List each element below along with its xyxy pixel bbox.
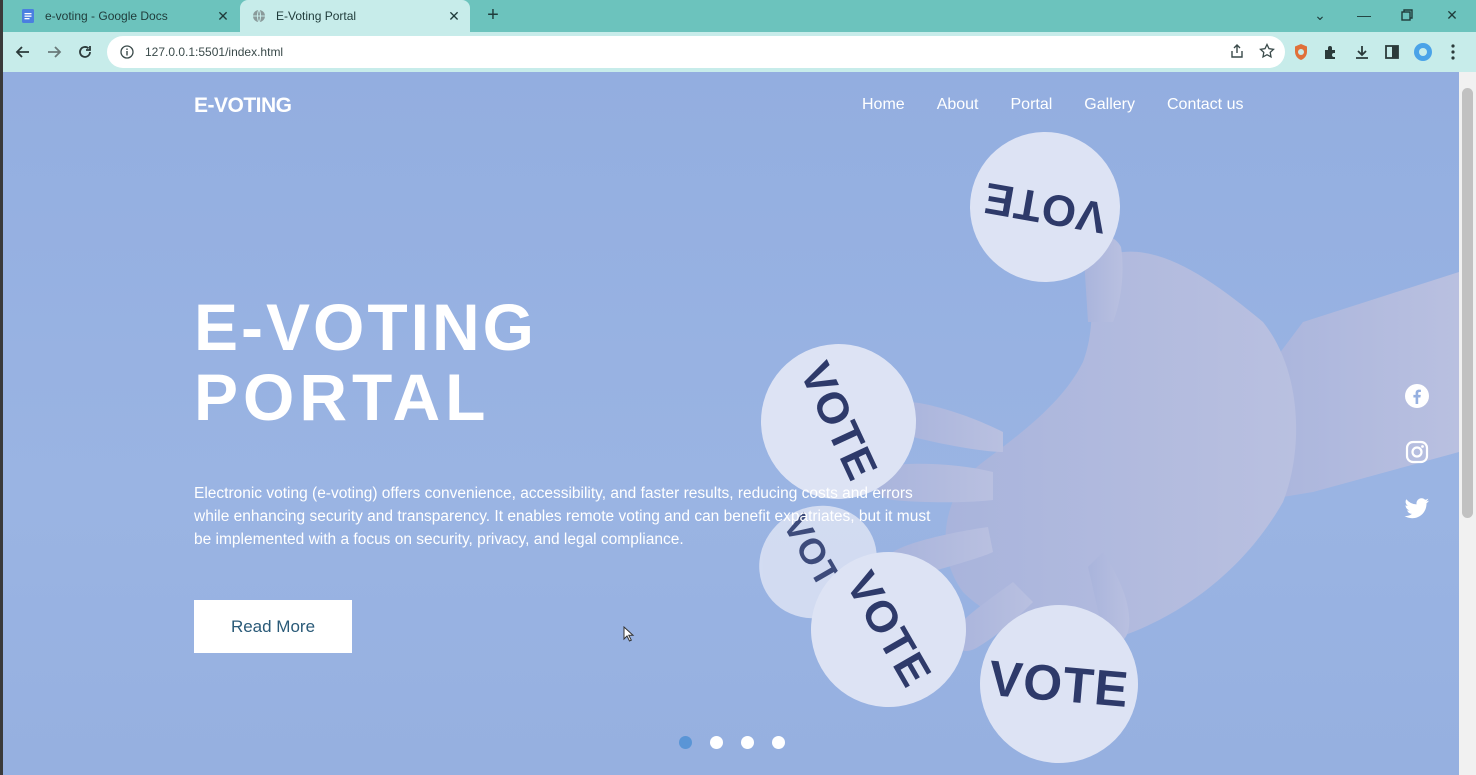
nav-portal[interactable]: Portal [1011,96,1053,114]
hero-title-line1: E-VOTING [194,290,538,364]
hero-section: VOTE VOTE VOTE VOTE VOTE E-VOTING Home A… [3,72,1459,775]
side-panel-icon[interactable] [1382,42,1402,62]
slider-dot-3[interactable] [741,736,754,749]
extension-shield-icon[interactable] [1291,42,1311,62]
instagram-icon[interactable] [1403,438,1431,466]
site-info-icon[interactable] [119,44,135,60]
slider-dots [679,736,785,749]
close-window-icon[interactable]: ✕ [1432,0,1472,30]
twitter-icon[interactable] [1403,495,1431,523]
close-icon[interactable]: ✕ [444,8,464,25]
restore-icon[interactable] [1387,0,1427,30]
docs-icon [21,9,35,23]
reload-icon[interactable] [73,40,97,64]
bookmark-star-icon[interactable] [1259,42,1275,64]
close-icon[interactable]: ✕ [213,8,233,25]
back-icon[interactable] [11,40,35,64]
mouse-cursor-icon [623,626,635,642]
site-logo[interactable]: E-VOTING [194,94,292,118]
tab-google-docs[interactable]: e-voting - Google Docs ✕ [9,0,239,32]
nav-gallery[interactable]: Gallery [1084,96,1135,114]
share-icon[interactable] [1229,43,1245,64]
slider-dot-1[interactable] [679,736,692,749]
tab-strip: e-voting - Google Docs ✕ E-Voting Portal… [3,0,1476,32]
forward-icon[interactable] [42,40,66,64]
nav-home[interactable]: Home [862,96,905,114]
browser-toolbar: 127.0.0.1:5501/index.html [3,32,1476,72]
url-text: 127.0.0.1:5501/index.html [145,45,284,59]
minimize-icon[interactable]: — [1344,0,1384,30]
tab-title: E-Voting Portal [276,9,357,23]
address-bar[interactable]: 127.0.0.1:5501/index.html [107,36,1285,68]
tab-evoting-portal[interactable]: E-Voting Portal ✕ [240,0,470,32]
read-more-button[interactable]: Read More [194,600,352,653]
page-scrollbar[interactable] [1459,72,1476,775]
main-nav: Home About Portal Gallery Contact us [862,96,1243,114]
slider-dot-4[interactable] [772,736,785,749]
menu-kebab-icon[interactable] [1443,42,1463,62]
new-tab-button[interactable]: + [481,4,505,28]
profile-avatar[interactable] [1413,42,1433,62]
nav-about[interactable]: About [937,96,979,114]
scrollbar-thumb[interactable] [1462,88,1473,518]
hero-title: E-VOTING PORTAL [194,292,537,432]
hero-title-line2: PORTAL [194,360,491,434]
browser-window: e-voting - Google Docs ✕ E-Voting Portal… [3,0,1476,775]
hero-description: Electronic voting (e-voting) offers conv… [194,485,931,548]
slider-dot-2[interactable] [710,736,723,749]
nav-contact[interactable]: Contact us [1167,96,1243,114]
tab-title: e-voting - Google Docs [45,9,168,23]
extensions-puzzle-icon[interactable] [1321,42,1341,62]
download-icon[interactable] [1352,42,1372,62]
tab-search-icon[interactable]: ⌄ [1300,0,1340,30]
facebook-icon[interactable] [1403,382,1431,410]
globe-icon [252,9,266,23]
